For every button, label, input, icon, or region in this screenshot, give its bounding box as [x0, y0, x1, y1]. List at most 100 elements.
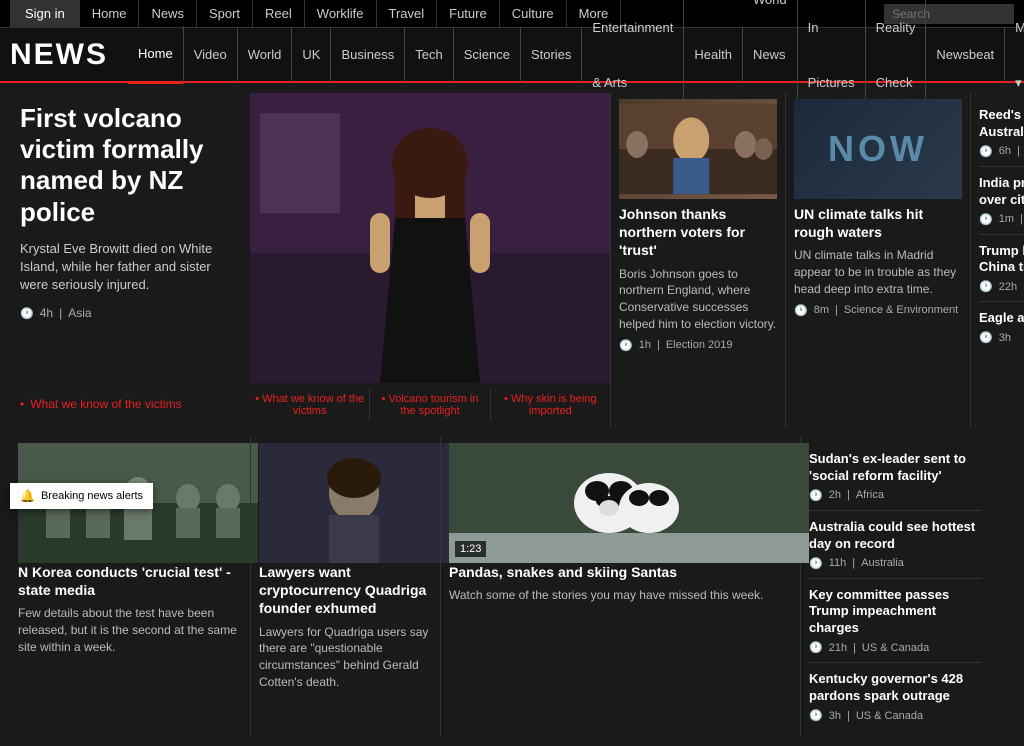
sub-caption-1[interactable]: What we know of the victims [250, 389, 370, 421]
pandas-description: Watch some of the stories you may have m… [449, 587, 792, 604]
headline-title[interactable]: First volcano victim formally named by N… [20, 103, 240, 228]
time: 22h [999, 281, 1017, 293]
separator: | [853, 642, 856, 654]
headline-tag[interactable]: Asia [68, 306, 91, 320]
clock-icon: 🕐 [20, 307, 34, 320]
boris-description: Boris Johnson goes to northern England, … [619, 266, 777, 333]
time: 3h [829, 710, 841, 722]
time: 1m [999, 213, 1014, 225]
tag[interactable]: US & Canada [862, 642, 929, 654]
main-content-row2: N Korea conducts 'crucial test' - state … [0, 437, 1024, 746]
center-image-column: What we know of the victims Volcano tour… [250, 93, 610, 427]
clock-icon: 🕐 [979, 213, 993, 226]
climate-story-card: NOW UN climate talks hit rough waters UN… [794, 99, 962, 317]
boris-story-card: Johnson thanks northern voters for 'trus… [619, 99, 777, 352]
clock-icon: 🕐 [979, 145, 993, 158]
clock-icon: 🕐 [979, 331, 993, 344]
crypto-column: Lawyers want cryptocurrency Quadriga fou… [250, 437, 440, 736]
time: 3h [999, 332, 1011, 344]
list-story-0-title[interactable]: Reed's caddie 'shoved' fan in Australia [979, 107, 1024, 141]
boris-time: 1h [639, 339, 651, 351]
boris-image [619, 99, 777, 199]
separator: | [657, 339, 660, 351]
far-right-col1: Sudan's ex-leader sent to 'social reform… [800, 437, 990, 736]
far-right-0-meta: 🕐 2h | Africa [809, 489, 982, 502]
sub-link-1[interactable]: What we know of the victims [20, 397, 240, 411]
pandas-column: 1:23 Pandas, snakes and skiing Santas Wa… [440, 437, 800, 736]
climate-meta: 🕐 8m | Science & Environment [794, 304, 962, 317]
clock-icon: 🕐 [809, 641, 823, 654]
far-right-1-title[interactable]: Australia could see hottest day on recor… [809, 519, 982, 553]
pandas-image: 1:23 [449, 443, 792, 563]
climate-tag[interactable]: Science & Environment [844, 304, 958, 316]
subnav-science[interactable]: Science [454, 27, 521, 82]
climate-image: NOW [794, 99, 962, 199]
separator: | [852, 557, 855, 569]
separator: | [59, 306, 62, 320]
subnav-world[interactable]: World [238, 27, 293, 82]
crypto-svg [259, 443, 449, 563]
headline-time: 4h [40, 306, 53, 320]
crypto-description: Lawyers for Quadriga users say there are… [259, 624, 432, 691]
clock-icon: 🕐 [809, 489, 823, 502]
notification-text: Breaking news alerts [41, 489, 143, 503]
climate-description: UN climate talks in Madrid appear to be … [794, 247, 962, 297]
pandas-story-card: 1:23 Pandas, snakes and skiing Santas Wa… [449, 443, 792, 604]
clock-icon: 🕐 [794, 304, 808, 317]
far-right-3-title[interactable]: Kentucky governor's 428 pardons spark ou… [809, 671, 982, 705]
news-logo: NEWS [10, 38, 108, 72]
subnav-stories[interactable]: Stories [521, 27, 582, 82]
headline-column: First volcano victim formally named by N… [10, 93, 250, 427]
pandas-title[interactable]: Pandas, snakes and skiing Santas [449, 563, 792, 581]
separator: | [1020, 213, 1023, 225]
climate-title[interactable]: UN climate talks hit rough waters [794, 205, 962, 241]
list-story-2-title[interactable]: Trump halts new tariffs in US China trad… [979, 243, 1024, 277]
far-right-story-1: Australia could see hottest day on recor… [809, 511, 982, 579]
list-story-1-title[interactable]: India protesters block roads over citize… [979, 175, 1024, 209]
separator: | [835, 304, 838, 316]
list-story-1-meta: 🕐 1m | India [979, 213, 1024, 226]
boris-tag[interactable]: Election 2019 [666, 339, 733, 351]
subnav-home[interactable]: Home [128, 26, 184, 84]
time: 6h [999, 145, 1011, 157]
boris-title[interactable]: Johnson thanks northern voters for 'trus… [619, 205, 777, 260]
sub-caption-2[interactable]: Volcano tourism in the spotlight [370, 389, 490, 421]
sign-in-link[interactable]: Sign in [10, 0, 80, 28]
clock-icon: 🕐 [619, 339, 633, 352]
crypto-image [259, 443, 432, 563]
sub-caption-3[interactable]: Why skin is being imported [491, 389, 610, 421]
far-right-0-title[interactable]: Sudan's ex-leader sent to 'social reform… [809, 451, 982, 485]
separator: | [1017, 145, 1020, 157]
far-right-1-meta: 🕐 11h | Australia [809, 557, 982, 570]
subnav-health[interactable]: Health [684, 27, 743, 82]
subnav-business[interactable]: Business [331, 27, 405, 82]
tag[interactable]: Africa [856, 489, 884, 501]
pandas-svg [449, 443, 809, 563]
time: 2h [829, 489, 841, 501]
climate-time: 8m [814, 304, 829, 316]
list-story-3: Eagle attacks octopus 🕐 3h [979, 302, 1024, 352]
notification-bar[interactable]: 🔔 Breaking news alerts [10, 483, 153, 509]
far-right-story-0: Sudan's ex-leader sent to 'social reform… [809, 443, 982, 511]
clock-icon: 🕐 [809, 709, 823, 722]
now-label: NOW [828, 128, 928, 170]
nkorea-title[interactable]: N Korea conducts 'crucial test' - state … [18, 563, 242, 599]
center-story-image [250, 93, 610, 383]
subnav-video[interactable]: Video [184, 27, 238, 82]
list-story-0: Reed's caddie 'shoved' fan in Australia … [979, 99, 1024, 167]
list-story-3-title[interactable]: Eagle attacks octopus [979, 310, 1024, 327]
subnav-newsbeat[interactable]: Newsbeat [926, 27, 1005, 82]
far-right-story-2: Key committee passes Trump impeachment c… [809, 579, 982, 664]
crypto-title[interactable]: Lawyers want cryptocurrency Quadriga fou… [259, 563, 432, 618]
far-right-3-meta: 🕐 3h | US & Canada [809, 709, 982, 722]
subnav-tech[interactable]: Tech [405, 27, 453, 82]
subnav-uk[interactable]: UK [292, 27, 331, 82]
tag[interactable]: Australia [861, 557, 904, 569]
tag[interactable]: US & Canada [856, 710, 923, 722]
clock-icon: 🕐 [809, 557, 823, 570]
far-right-2-title[interactable]: Key committee passes Trump impeachment c… [809, 587, 982, 638]
sub-navigation: NEWS Home Video World UK Business Tech S… [0, 28, 1024, 83]
list-story-2: Trump halts new tariffs in US China trad… [979, 235, 1024, 303]
separator: | [847, 489, 850, 501]
video-duration-badge: 1:23 [455, 541, 486, 557]
